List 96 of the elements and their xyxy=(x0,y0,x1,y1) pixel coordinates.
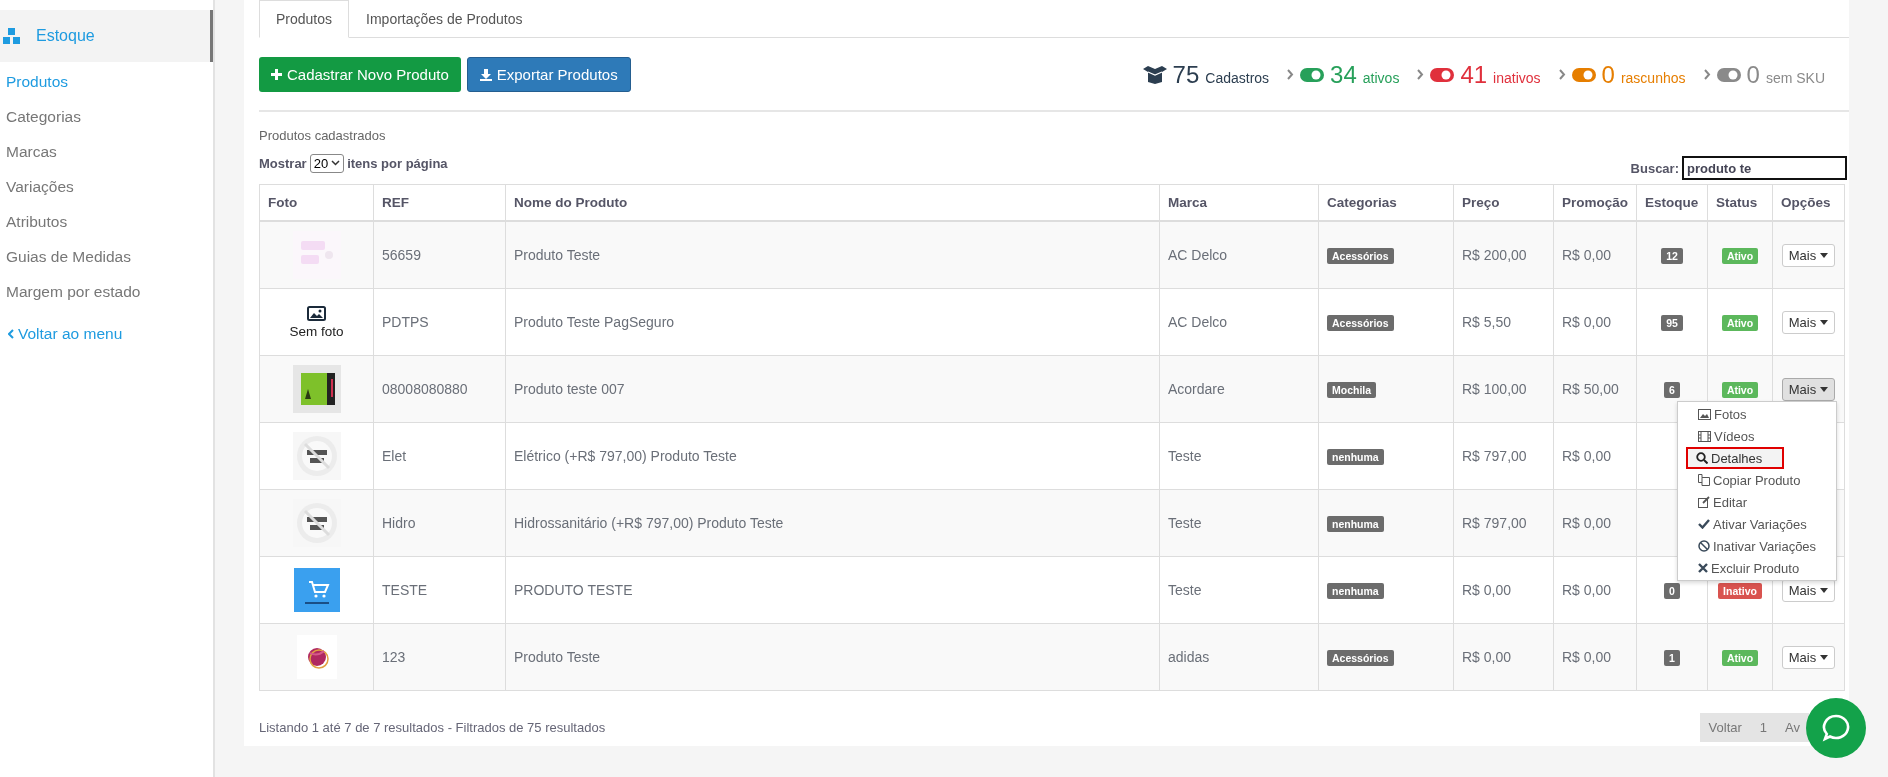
status-tag: Inativo xyxy=(1718,582,1762,599)
table-cell: Hidro xyxy=(373,489,506,557)
table-cell: PRODUTO TESTE xyxy=(505,556,1160,624)
add-product-button[interactable]: Cadastrar Novo Produto xyxy=(259,57,461,92)
category-tag: nenhuma xyxy=(1327,582,1384,599)
table-cell: R$ 50,00 xyxy=(1553,355,1637,423)
table-cell: AC Delco xyxy=(1159,288,1319,356)
menu-item[interactable]: Ativar Variações xyxy=(1678,513,1836,535)
table-cell: R$ 0,00 xyxy=(1553,221,1637,289)
table-cell: Produto teste 007 xyxy=(505,355,1160,423)
table-cell: R$ 0,00 xyxy=(1553,422,1637,490)
menu-item[interactable]: Fotos xyxy=(1678,403,1836,425)
table-cell: Elétrico (+R$ 797,00) Produto Teste xyxy=(505,422,1160,490)
table-cell: R$ 0,00 xyxy=(1553,623,1637,691)
category-tag: Acessórios xyxy=(1327,247,1394,264)
table-cell: R$ 0,00 xyxy=(1553,288,1637,356)
menu-item[interactable]: Copiar Produto xyxy=(1678,469,1836,491)
table-cell: R$ 100,00 xyxy=(1453,355,1554,423)
table-cell: R$ 797,00 xyxy=(1453,489,1554,557)
stock-count: 95 xyxy=(1661,314,1683,331)
status-tag: Ativo xyxy=(1721,649,1759,666)
stat-label: sem SKU xyxy=(1765,69,1825,86)
sidebar-item[interactable]: Variações xyxy=(0,169,213,204)
section-title: Estoque xyxy=(36,27,95,45)
show-label: Mostrar xyxy=(259,155,307,171)
stock-count: 1 xyxy=(1664,649,1680,666)
table-cell: Produto Teste PagSeguro xyxy=(505,288,1160,356)
table-cell: 56659 xyxy=(373,221,506,289)
table-cell: R$ 0,00 xyxy=(1453,623,1554,691)
search-field[interactable]: produto te xyxy=(1682,156,1847,180)
search-label: Buscar: xyxy=(1630,160,1679,176)
pagination-button[interactable]: Voltar xyxy=(1699,713,1751,742)
stat-label: ativos xyxy=(1362,69,1400,86)
stat-count: 41 xyxy=(1460,60,1488,89)
category-tag: nenhuma xyxy=(1327,448,1384,465)
sidebar-item[interactable]: Guias de Medidas xyxy=(0,239,213,274)
table-cell: adidas xyxy=(1159,623,1319,691)
stock-count: 0 xyxy=(1664,582,1680,599)
table-cell: Hidrossanitário (+R$ 797,00) Produto Teste xyxy=(505,489,1160,557)
stat-label: rascunhos xyxy=(1620,69,1686,86)
table-cell: R$ 200,00 xyxy=(1453,221,1554,289)
stock-count: 6 xyxy=(1664,381,1680,398)
category-tag: Acessórios xyxy=(1327,649,1394,666)
menu-item[interactable]: Editar xyxy=(1678,491,1836,513)
sidebar-item[interactable]: Categorias xyxy=(0,99,213,134)
table-cell: R$ 5,50 xyxy=(1453,288,1554,356)
stat-label: Cadastros xyxy=(1205,69,1270,86)
stat-count: 0 xyxy=(1746,60,1760,89)
table-cell: AC Delco xyxy=(1159,221,1319,289)
table-cell: Teste xyxy=(1159,556,1319,624)
section-heading: Produtos cadastrados xyxy=(259,128,387,143)
table-cell: Elet xyxy=(373,422,506,490)
tab[interactable]: Importações de Produtos xyxy=(349,0,540,38)
table-cell: R$ 0,00 xyxy=(1453,556,1554,624)
table-cell: Acordare xyxy=(1159,355,1319,423)
tab[interactable]: Produtos xyxy=(259,0,350,38)
pagination-button[interactable]: 1 xyxy=(1750,713,1777,742)
table-cell: 123 xyxy=(373,623,506,691)
sidebar-item[interactable]: Atributos xyxy=(0,204,213,239)
sidebar-item[interactable]: Marcas xyxy=(0,134,213,169)
page-size-select[interactable]: 20 xyxy=(309,153,345,173)
table-cell: Teste xyxy=(1159,422,1319,490)
table-cell: 08008080880 xyxy=(373,355,506,423)
no-photo-label: Sem foto xyxy=(289,323,344,339)
sidebar-item[interactable]: Margem por estado xyxy=(0,274,213,309)
status-tag: Ativo xyxy=(1721,247,1759,264)
more-button[interactable]: Mais xyxy=(1781,645,1836,669)
table-cell: R$ 797,00 xyxy=(1453,422,1554,490)
pagination-button[interactable]: Av xyxy=(1776,713,1809,742)
category-tag: Mochila xyxy=(1327,381,1377,398)
export-button[interactable]: Exportar Produtos xyxy=(466,57,631,92)
more-button[interactable]: Mais xyxy=(1781,310,1836,334)
status-tag: Ativo xyxy=(1721,381,1759,398)
table-cell: Produto Teste xyxy=(505,623,1160,691)
table-cell: Produto Teste xyxy=(505,221,1160,289)
category-tag: Acessórios xyxy=(1327,314,1394,331)
status-tag: Ativo xyxy=(1721,314,1759,331)
table-cell: Teste xyxy=(1159,489,1319,557)
stat-count: 75 xyxy=(1172,60,1200,89)
menu-item[interactable]: Detalhes xyxy=(1686,447,1784,469)
menu-item[interactable]: Excluir Produto xyxy=(1678,557,1836,579)
table-cell: R$ 0,00 xyxy=(1553,489,1637,557)
more-button[interactable]: Mais xyxy=(1781,377,1836,401)
stat-count: 0 xyxy=(1601,60,1615,89)
menu-item[interactable]: Inativar Variações xyxy=(1678,535,1836,557)
category-tag: nenhuma xyxy=(1327,515,1384,532)
stat-count: 34 xyxy=(1330,60,1357,89)
stat-label: inativos xyxy=(1493,69,1541,86)
more-button[interactable]: Mais xyxy=(1781,243,1836,267)
menu-item[interactable]: Vídeos xyxy=(1678,425,1836,447)
stock-count: 12 xyxy=(1661,247,1683,264)
table-cell: TESTE xyxy=(373,556,506,624)
table-cell: PDTPS xyxy=(373,288,506,356)
per-page-label: itens por página xyxy=(347,155,448,171)
table-cell: R$ 0,00 xyxy=(1553,556,1637,624)
results-summary: Listando 1 até 7 de 7 resultados - Filtrados de 75 resultados xyxy=(259,720,606,735)
